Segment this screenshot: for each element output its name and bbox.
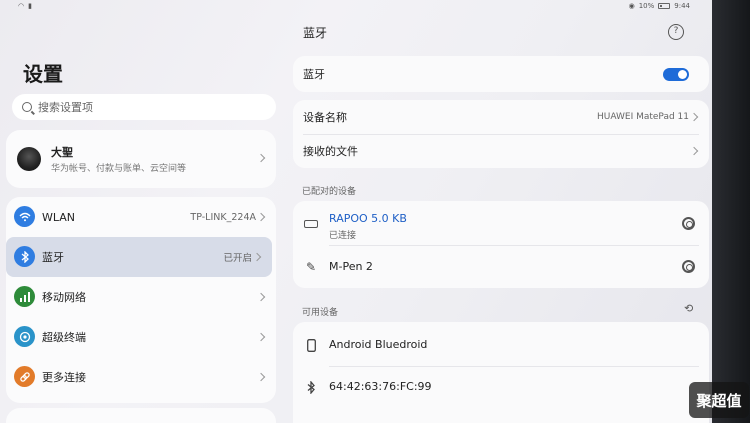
bluetooth-toggle[interactable] (663, 67, 689, 81)
device-name-label: 设备名称 (303, 111, 347, 124)
super-device-icon (14, 326, 35, 347)
sidebar-item-label: 移动网络 (42, 291, 86, 304)
sidebar-item-label: WLAN (42, 210, 76, 224)
sidebar-item-mobile-network[interactable]: 移动网络 (6, 277, 276, 317)
wifi-status-icon: ◠ (18, 2, 25, 10)
available-device-row[interactable]: 64:42:63:76:FC:99 (293, 366, 709, 410)
chevron-right-icon (256, 332, 266, 342)
keyboard-icon (303, 217, 319, 231)
bluetooth-icon (303, 380, 319, 394)
received-files-row[interactable]: 接收的文件 (293, 134, 709, 168)
available-device-row[interactable]: Android Bluedroid (293, 322, 709, 366)
device-name: M-Pen 2 (329, 260, 373, 273)
sidebar-item-wlan[interactable]: WLAN TP-LINK_224A (6, 197, 276, 237)
available-devices-header: 可用设备 (302, 308, 339, 318)
device-name: 64:42:63:76:FC:99 (329, 380, 432, 393)
battery-icon (658, 3, 671, 9)
chevron-right-icon (689, 146, 699, 156)
device-name-row[interactable]: 设备名称 HUAWEI MatePad 11 (293, 100, 709, 134)
gear-icon[interactable] (682, 260, 695, 273)
device-bezel (712, 0, 750, 423)
account-desc: 华为帐号、付款与账单、云空间等 (51, 164, 187, 174)
sidebar-item-bluetooth[interactable]: 蓝牙 已开启 (6, 237, 272, 277)
sidebar-item-value: TP-LINK_224A (190, 211, 256, 223)
page-title: 设置 (23, 62, 63, 86)
help-icon[interactable]: ? (668, 24, 684, 40)
bluetooth-toggle-card: 蓝牙 (293, 56, 709, 92)
bluetooth-icon (14, 246, 35, 267)
gear-icon[interactable] (682, 217, 695, 230)
chevron-right-icon (256, 153, 266, 163)
sidebar-item-label: 超级终端 (42, 331, 86, 344)
chevron-right-icon (256, 372, 266, 382)
sidebar-item-more-connections[interactable]: 更多连接 (6, 357, 276, 397)
paired-devices-card: RAPOO 5.0 KB 已连接 ✎ M-Pen 2 (293, 201, 709, 288)
battery-percent: 10% (638, 2, 655, 10)
pen-icon: ✎ (305, 260, 317, 274)
sidebar-item-label: 蓝牙 (42, 251, 64, 264)
refresh-icon[interactable]: ⟲ (684, 302, 693, 315)
paired-device-row[interactable]: ✎ M-Pen 2 (293, 245, 709, 288)
paired-device-row[interactable]: RAPOO 5.0 KB 已连接 (293, 201, 709, 245)
wifi-icon (14, 206, 35, 227)
chevron-right-icon (256, 292, 266, 302)
search-icon (22, 102, 32, 112)
sidebar-item-value: 已开启 (223, 253, 252, 264)
link-icon (14, 366, 35, 387)
search-placeholder: 搜索设置项 (38, 101, 93, 114)
account-name: 大聖 (51, 146, 73, 159)
nav-card: WLAN TP-LINK_224A 蓝牙 已开启 移动网络 超级终端 更多连接 (6, 197, 276, 403)
sidebar-item-super-device[interactable]: 超级终端 (6, 317, 276, 357)
search-input[interactable]: 搜索设置项 (12, 94, 276, 120)
signal-icon: ▮ (28, 2, 32, 10)
next-nav-card (6, 408, 276, 423)
device-name-value: HUAWEI MatePad 11 (596, 112, 689, 122)
clock: 9:44 (674, 2, 690, 10)
avatar (17, 147, 41, 171)
device-name: Android Bluedroid (329, 338, 428, 351)
bluetooth-toggle-row[interactable]: 蓝牙 (293, 56, 709, 92)
chevron-right-icon (256, 212, 266, 222)
mobile-network-icon (14, 286, 35, 307)
sidebar-item-label: 更多连接 (42, 371, 86, 384)
settings-screen: ◠ ▮ ◉ 10% 9:44 设置 搜索设置项 大聖 华为帐号、付款与账单、云空… (0, 0, 712, 423)
chevron-right-icon (689, 112, 699, 122)
account-card[interactable]: 大聖 华为帐号、付款与账单、云空间等 (6, 130, 276, 188)
device-info-card: 设备名称 HUAWEI MatePad 11 接收的文件 (293, 100, 709, 168)
phone-icon (303, 338, 319, 352)
status-bar: ◠ ▮ ◉ 10% 9:44 (0, 0, 712, 12)
detail-title: 蓝牙 (303, 26, 328, 40)
device-name: RAPOO 5.0 KB (329, 212, 407, 225)
eye-comfort-icon: ◉ (628, 2, 635, 10)
watermark-logo: 聚超值 (689, 382, 749, 418)
paired-devices-header: 已配对的设备 (302, 187, 357, 197)
available-devices-card: Android Bluedroid 64:42:63:76:FC:99 (293, 322, 709, 423)
chevron-right-icon (252, 252, 262, 262)
received-files-label: 接收的文件 (303, 145, 358, 158)
bluetooth-label: 蓝牙 (303, 68, 325, 81)
device-status: 已连接 (329, 231, 357, 241)
